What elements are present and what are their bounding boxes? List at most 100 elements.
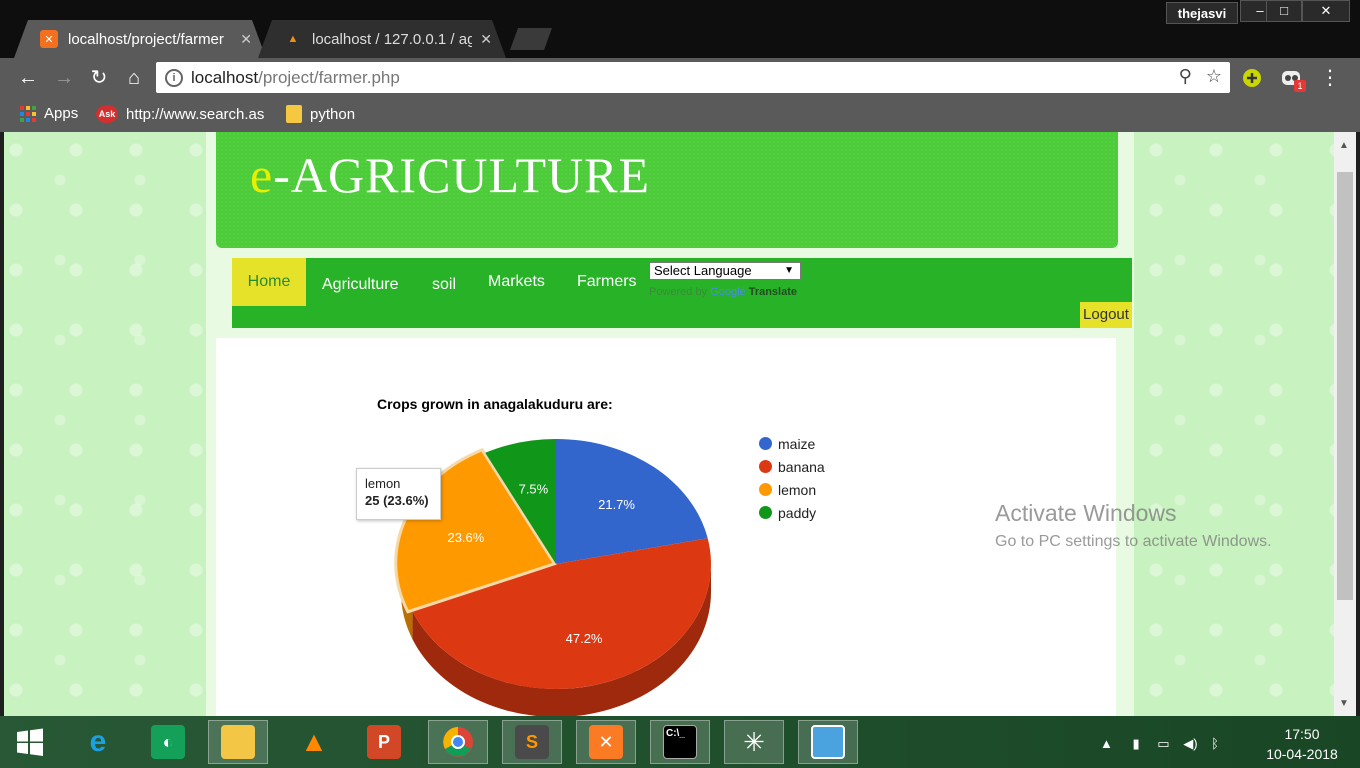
apps-grid-icon: [20, 105, 36, 122]
ask-icon: Ask: [96, 105, 118, 123]
pie-label-lemon: 23.6%: [447, 530, 484, 545]
pie-label-banana: 47.2%: [566, 631, 603, 646]
legend-label: lemon: [778, 481, 817, 498]
folder-icon: [286, 105, 302, 123]
app-icon[interactable]: ◐: [138, 720, 198, 764]
url-host: localhost: [191, 67, 259, 87]
watermark-subtitle: Go to PC settings to activate Windows.: [995, 533, 1272, 550]
language-select[interactable]: Select Language ▼: [649, 262, 801, 280]
url-path: /project/farmer.php: [258, 67, 400, 87]
legend-item-maize[interactable]: maize: [759, 432, 825, 455]
browser-toolbar: ← → ↻ ⌂ i localhost/project/farmer.php ⚲…: [0, 58, 1360, 98]
page-viewport: e-AGRICULTURE Home Agriculture soil Mark…: [4, 132, 1334, 716]
info-icon[interactable]: i: [165, 68, 183, 87]
photos-icon[interactable]: [798, 720, 858, 764]
extension-icon[interactable]: [1240, 66, 1264, 90]
bookmark-label: python: [310, 105, 356, 123]
nav-agriculture[interactable]: Agriculture: [306, 261, 414, 309]
legend-label: paddy: [778, 504, 817, 521]
bookmark-apps[interactable]: Apps: [20, 105, 78, 122]
browser-titlebar: ✕ localhost/project/farmer ✕ ▲ localhost…: [0, 0, 1360, 58]
nav-farmers[interactable]: Farmers: [561, 258, 653, 306]
bookmark-label: Apps: [44, 105, 79, 122]
system-tray[interactable]: ▲ ▮ ▭ ◀) ᛒ: [1100, 736, 1219, 752]
clock-date: 10-04-2018: [1266, 746, 1338, 762]
tab-title: localhost/project/farmer: [68, 30, 224, 48]
address-bar[interactable]: i localhost/project/farmer.php ⚲ ☆: [156, 62, 1230, 93]
menu-icon[interactable]: ⋮: [1318, 66, 1342, 90]
extension-badge-count: 1: [1294, 80, 1306, 92]
watermark-title: Activate Windows: [995, 500, 1177, 526]
power-icon[interactable]: ▭: [1157, 736, 1169, 751]
close-tab-icon[interactable]: ✕: [240, 31, 252, 48]
legend-label: maize: [778, 435, 816, 452]
windows-start-icon[interactable]: [0, 720, 60, 764]
legend-swatch: [759, 483, 772, 496]
nav-markets[interactable]: Markets: [472, 258, 561, 306]
legend-swatch: [759, 506, 772, 519]
scroll-down-icon[interactable]: ▼: [1339, 698, 1349, 709]
tooltip-value: 25 (23.6%): [365, 493, 429, 508]
tab-farmer[interactable]: ✕ localhost/project/farmer ✕: [14, 20, 266, 58]
taskbar-clock[interactable]: 17:50 10-04-2018: [1262, 724, 1342, 764]
file-explorer-icon[interactable]: [208, 720, 268, 764]
spider-icon[interactable]: ✳: [724, 720, 784, 764]
profile-button[interactable]: thejasvi: [1166, 2, 1238, 24]
scroll-up-icon[interactable]: ▲: [1339, 140, 1349, 151]
legend-item-lemon[interactable]: lemon: [759, 478, 825, 501]
site-header: e-AGRICULTURE: [216, 132, 1118, 248]
page-container: e-AGRICULTURE Home Agriculture soil Mark…: [206, 132, 1134, 716]
dropdown-arrow-icon: ▼: [784, 265, 794, 276]
main-nav: Home Agriculture soil Markets Farmers Se…: [232, 258, 1132, 328]
volume-icon[interactable]: ◀): [1183, 736, 1197, 751]
vertical-scrollbar[interactable]: ▲ ▼: [1334, 132, 1356, 716]
activate-windows-watermark: Activate Windows Go to PC settings to ac…: [995, 500, 1272, 551]
maximize-button[interactable]: □: [1266, 0, 1302, 22]
logout-button[interactable]: Logout: [1080, 302, 1132, 328]
new-tab-button[interactable]: [510, 28, 552, 50]
internet-explorer-icon[interactable]: e: [68, 720, 128, 764]
pie-chart: 21.7% 47.2% 23.6% 7.5%: [394, 439, 711, 716]
chart-tooltip: lemon 25 (23.6%): [356, 468, 441, 520]
google-translate-credit: Powered by Google Translate: [649, 286, 798, 298]
tooltip-label: lemon: [365, 476, 401, 491]
pie-label-paddy: 7.5%: [519, 482, 549, 497]
pie-label-maize: 21.7%: [598, 497, 635, 512]
scrollbar-thumb[interactable]: [1337, 172, 1353, 600]
reload-icon[interactable]: ↻: [87, 66, 111, 90]
xampp-icon[interactable]: ✕: [576, 720, 636, 764]
nav-home[interactable]: Home: [232, 258, 306, 306]
home-icon[interactable]: ⌂: [122, 66, 146, 90]
phpmyadmin-icon: ▲: [287, 33, 299, 45]
vlc-icon[interactable]: ▲: [284, 720, 344, 764]
powerpoint-icon[interactable]: P: [354, 720, 414, 764]
chart-legend: maize banana lemon paddy: [759, 432, 825, 524]
bluetooth-icon[interactable]: ᛒ: [1211, 736, 1219, 751]
close-tab-icon[interactable]: ✕: [480, 31, 492, 48]
bookmark-python[interactable]: python: [286, 105, 355, 123]
network-icon[interactable]: ▮: [1133, 736, 1140, 751]
legend-swatch: [759, 460, 772, 473]
legend-swatch: [759, 437, 772, 450]
bookmark-star-icon[interactable]: ☆: [1206, 66, 1222, 87]
tab-phpmyadmin[interactable]: ▲ localhost / 127.0.0.1 / ag ✕: [258, 20, 506, 58]
legend-item-paddy[interactable]: paddy: [759, 501, 825, 524]
bookmark-label: http://www.search.as: [126, 105, 265, 123]
xampp-icon: ✕: [40, 30, 58, 48]
command-prompt-icon[interactable]: C:\_: [650, 720, 710, 764]
tab-title: localhost / 127.0.0.1 / ag: [312, 30, 473, 48]
nav-soil[interactable]: soil: [416, 261, 472, 309]
sublime-text-icon[interactable]: S: [502, 720, 562, 764]
back-icon[interactable]: ←: [16, 66, 40, 90]
close-window-button[interactable]: ✕: [1302, 0, 1350, 22]
show-hidden-icons-icon[interactable]: ▲: [1100, 736, 1113, 751]
legend-label: banana: [778, 458, 825, 475]
extension-badge-icon[interactable]: 1: [1280, 66, 1306, 92]
bookmarks-bar: Apps Ask http://www.search.as python: [0, 98, 1360, 132]
forward-icon[interactable]: →: [52, 66, 76, 90]
zoom-icon[interactable]: ⚲: [1179, 66, 1192, 87]
legend-item-banana[interactable]: banana: [759, 455, 825, 478]
chrome-icon[interactable]: [428, 720, 488, 764]
bookmark-ask[interactable]: Ask http://www.search.as: [96, 105, 264, 123]
site-logo[interactable]: e-AGRICULTURE: [250, 146, 650, 204]
